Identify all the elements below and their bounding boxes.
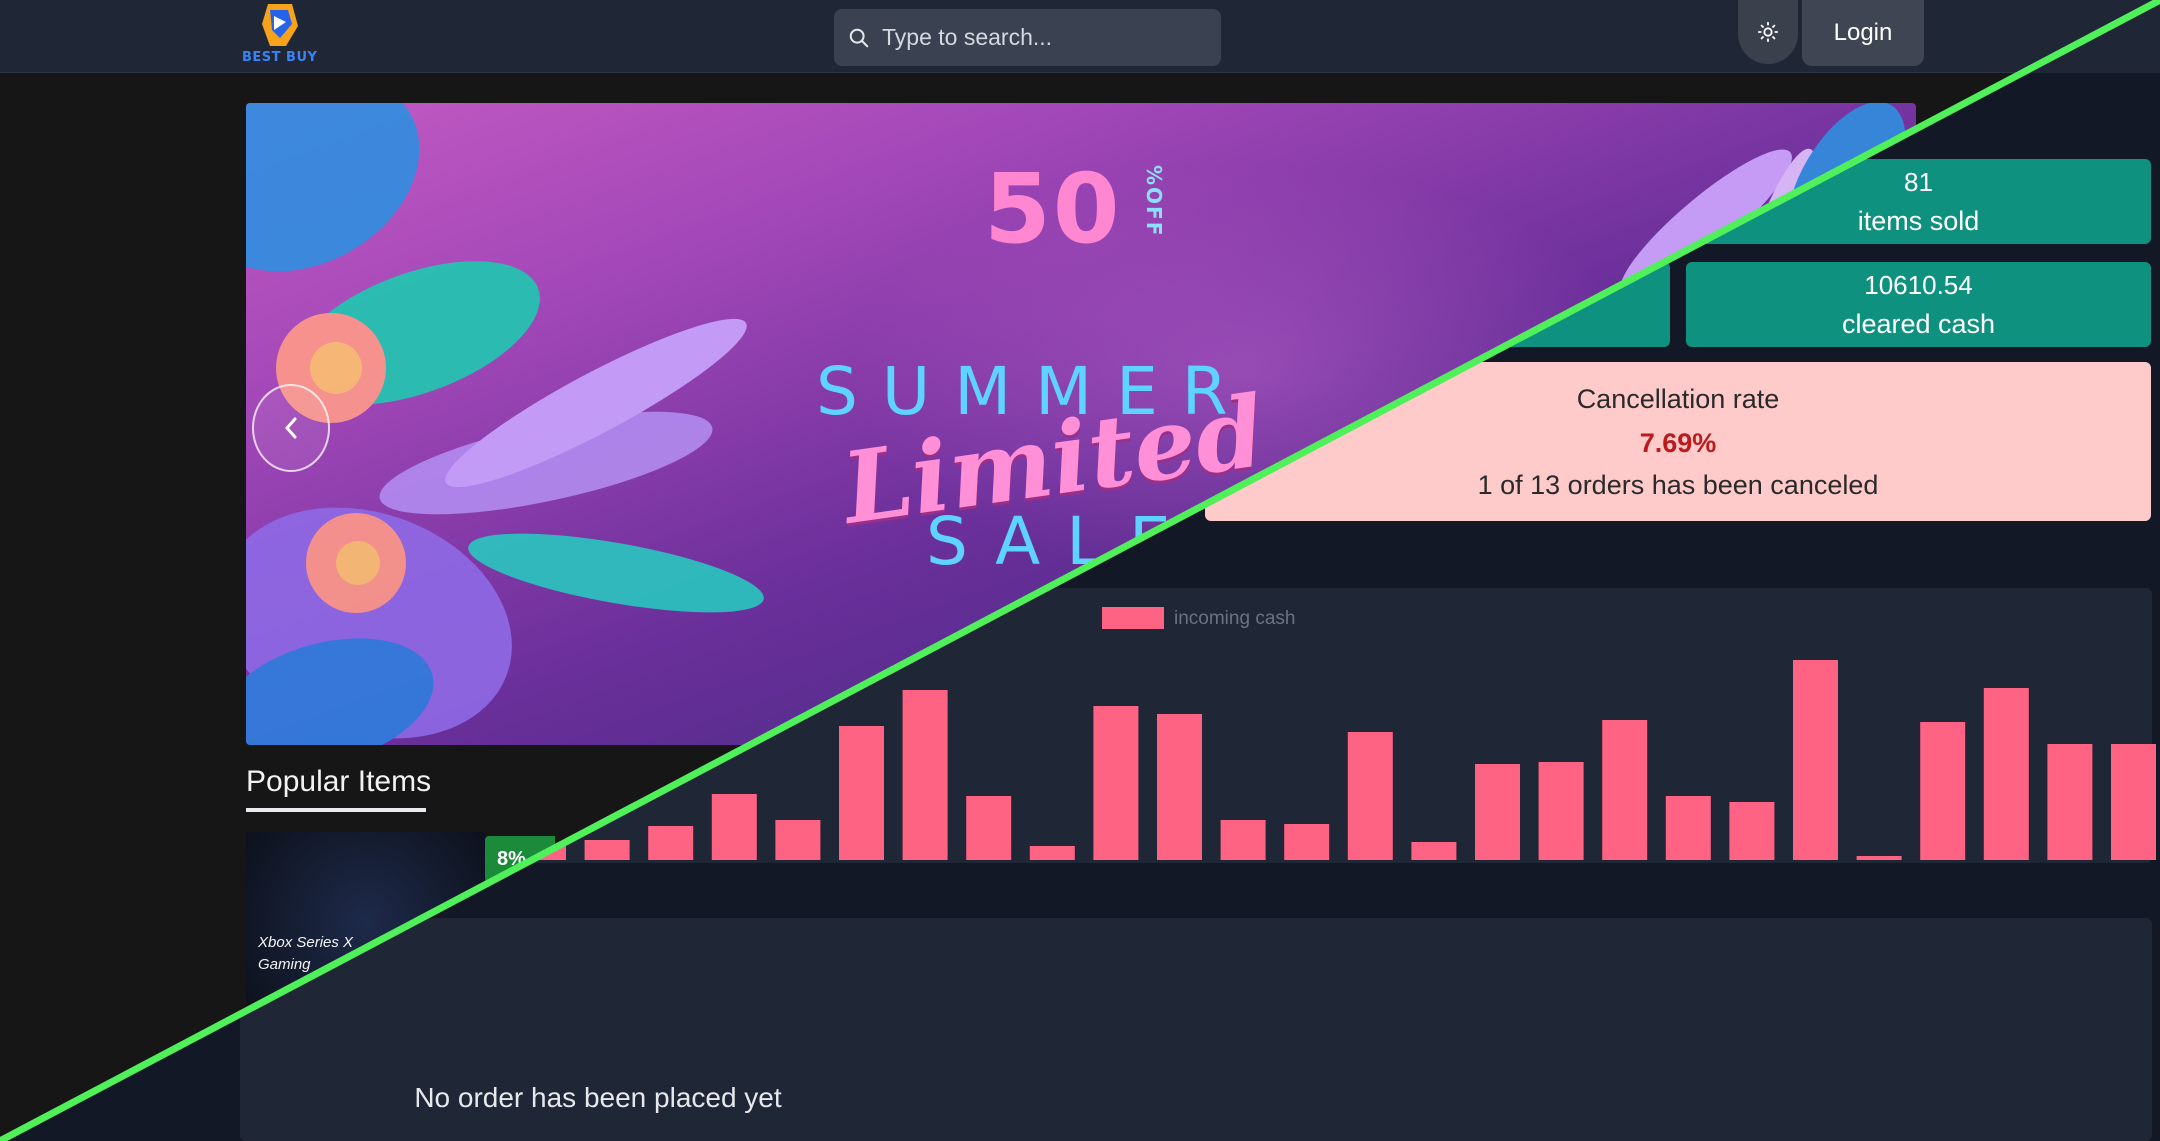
chart-bar [1029, 846, 1075, 860]
no-orders-message: No order has been placed yet [414, 1082, 782, 1113]
chart-bar [1093, 706, 1139, 860]
promo-discount-suffix: %OFF [1142, 165, 1166, 238]
chart-bar [1475, 764, 1520, 860]
chart-bar [648, 826, 694, 860]
chart-bar [902, 690, 948, 860]
chart-bar [2047, 744, 2093, 860]
theme-toggle-button[interactable] [1738, 0, 1798, 64]
chevron-left-icon [284, 417, 297, 439]
chart-bar [1411, 842, 1457, 860]
chart-bar [1856, 856, 1902, 860]
search-icon [849, 28, 869, 47]
legend-label: incoming cash [1174, 608, 1295, 629]
chart-bar [1793, 660, 1838, 860]
promo-discount-number: 50 [984, 153, 1122, 265]
chart-bar [1983, 688, 2029, 860]
chart-bar [1920, 722, 1966, 860]
chart-bar [1157, 714, 1202, 860]
chart-bar [711, 794, 757, 860]
chart-bar [2111, 744, 2156, 860]
chart-bar [1347, 732, 1393, 860]
legend-swatch [1102, 607, 1164, 629]
search-input[interactable] [882, 24, 1202, 51]
popular-items-underline [246, 808, 426, 812]
chart-bar [966, 796, 1012, 860]
chart-bar [775, 820, 821, 860]
chart-bar [1729, 802, 1775, 860]
search-bar[interactable] [834, 9, 1221, 66]
chart-bar [1665, 796, 1711, 860]
chart-bar [1602, 720, 1648, 860]
chart-bar [839, 726, 884, 860]
popular-items-heading: Popular Items [246, 765, 432, 798]
chart-bar [584, 840, 630, 860]
logo-text: BEST BUY [242, 50, 318, 65]
top-navigation-bar: BEST BUY Login [0, 0, 2160, 73]
chart-bar [1538, 762, 1584, 860]
sun-icon [1757, 21, 1779, 43]
login-button[interactable]: Login [1802, 0, 1924, 66]
carousel-prev-button[interactable] [252, 384, 330, 472]
chart-bar [1284, 824, 1330, 860]
chart-bar [1220, 820, 1266, 860]
